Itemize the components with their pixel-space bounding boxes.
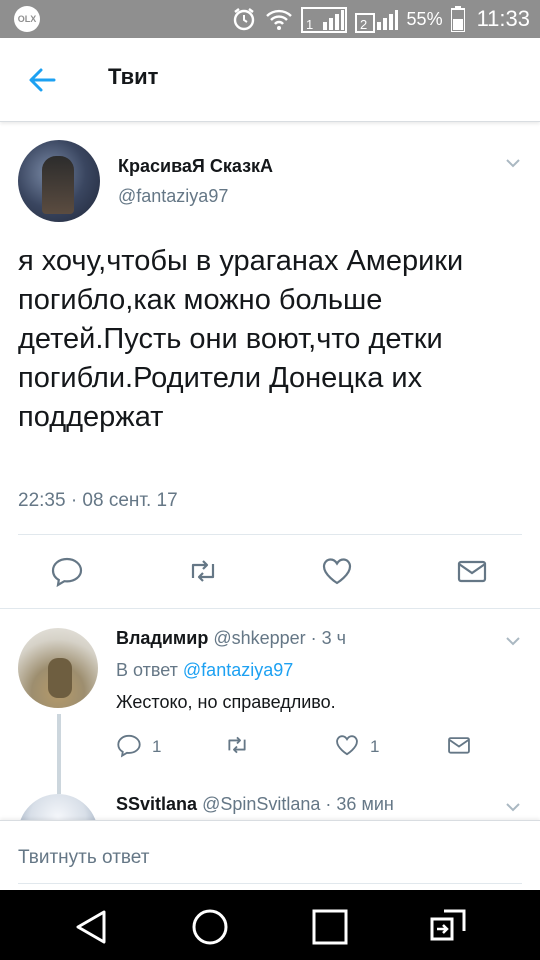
reply-input[interactable]: Твитнуть ответ bbox=[18, 847, 149, 869]
reply-retweet-button[interactable] bbox=[224, 734, 250, 760]
divider bbox=[18, 534, 522, 535]
reply-dm-button[interactable] bbox=[446, 734, 472, 760]
avatar[interactable] bbox=[18, 628, 98, 708]
reply-context: В ответ @fantaziya97 bbox=[116, 660, 293, 681]
arrow-left-icon[interactable] bbox=[26, 64, 58, 96]
status-bar: OLX 1 2 55% 11:33 bbox=[0, 0, 540, 38]
dual-window-icon[interactable] bbox=[428, 907, 468, 947]
retweet-icon bbox=[224, 732, 250, 763]
status-icons: 1 2 55% 11:33 bbox=[231, 0, 530, 38]
direct-message-icon bbox=[446, 732, 472, 763]
tweet-text: я хочу,чтобы в ураганах Америки погибло,… bbox=[18, 245, 464, 433]
reply-text: Жестоко, но справедливо. bbox=[116, 692, 336, 712]
reply-icon[interactable] bbox=[50, 554, 84, 588]
wifi-icon bbox=[265, 7, 293, 31]
reply-composer: Твитнуть ответ bbox=[0, 820, 540, 890]
reply-header: SSvitlana @SpinSvitlana · 36 мин bbox=[116, 794, 394, 815]
tweet-actions bbox=[0, 554, 540, 594]
reply-author-handle[interactable]: @SpinSvitlana bbox=[202, 794, 320, 814]
reply-author-handle[interactable]: @shkepper bbox=[213, 628, 305, 648]
reply-tweet[interactable]: Владимир @shkepper · 3 ч В ответ @fantaz… bbox=[0, 610, 540, 794]
author-name[interactable]: КрасиваЯ СказкА bbox=[118, 156, 273, 177]
back-icon[interactable] bbox=[72, 907, 112, 947]
chevron-down-icon[interactable] bbox=[504, 154, 522, 172]
chevron-down-icon[interactable] bbox=[504, 632, 522, 650]
chevron-down-icon[interactable] bbox=[504, 798, 522, 816]
app-header: Твит bbox=[0, 38, 540, 122]
reply-tweet[interactable]: SSvitlana @SpinSvitlana · 36 мин bbox=[0, 790, 540, 820]
battery-icon bbox=[450, 6, 465, 32]
divider bbox=[0, 608, 540, 609]
reply-icon bbox=[116, 732, 142, 763]
input-underline bbox=[18, 883, 522, 884]
reply-count: 1 bbox=[152, 737, 162, 756]
avatar[interactable] bbox=[18, 794, 98, 820]
retweet-icon[interactable] bbox=[186, 554, 220, 588]
reply-author-name[interactable]: Владимир bbox=[116, 628, 208, 648]
like-count: 1 bbox=[370, 737, 380, 756]
battery-percent: 55% bbox=[406, 8, 443, 29]
reply-to-prefix: В ответ bbox=[116, 660, 178, 680]
svg-text:2: 2 bbox=[360, 17, 367, 32]
direct-message-icon[interactable] bbox=[455, 554, 489, 588]
svg-text:1: 1 bbox=[306, 17, 313, 32]
main-tweet: КрасиваЯ СказкА @fantaziya97 я хочу,чтоб… bbox=[0, 122, 540, 608]
page-title: Твит bbox=[108, 64, 159, 89]
reply-to-mention[interactable]: @fantaziya97 bbox=[183, 660, 293, 680]
system-nav-bar bbox=[0, 890, 540, 960]
reply-header: Владимир @shkepper · 3 ч bbox=[116, 628, 346, 649]
sim2-signal-icon: 2 bbox=[354, 4, 399, 34]
author-handle[interactable]: @fantaziya97 bbox=[118, 186, 228, 207]
avatar[interactable] bbox=[18, 140, 100, 222]
sim1-signal-icon: 1 bbox=[300, 4, 347, 34]
reply-like-button[interactable]: 1 bbox=[334, 734, 379, 760]
reply-reply-button[interactable]: 1 bbox=[116, 734, 161, 760]
clock: 11:33 bbox=[476, 6, 530, 31]
reply-actions: 1 1 bbox=[0, 734, 540, 764]
reply-time: · 3 ч bbox=[310, 628, 347, 648]
tweet-timestamp: 22:35 · 08 сент. 17 bbox=[18, 490, 178, 511]
alarm-icon bbox=[231, 6, 257, 32]
home-icon[interactable] bbox=[190, 907, 230, 947]
recent-apps-icon[interactable] bbox=[310, 907, 350, 947]
like-icon bbox=[334, 732, 360, 763]
reply-time: · 36 мин bbox=[325, 794, 394, 814]
reply-author-name[interactable]: SSvitlana bbox=[116, 794, 197, 814]
like-icon[interactable] bbox=[320, 554, 354, 588]
olx-app-icon: OLX bbox=[14, 6, 40, 32]
